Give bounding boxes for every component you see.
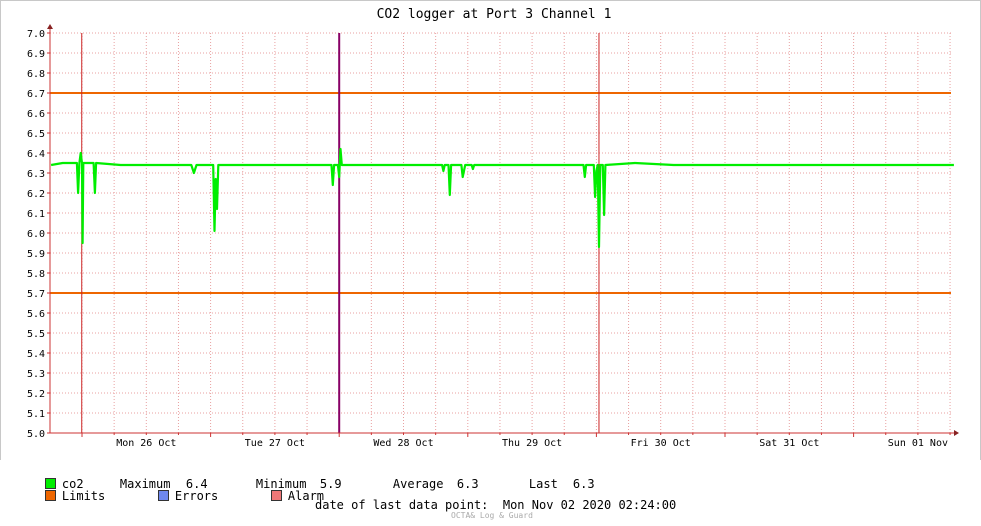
x-tick-label: Mon 26 Oct xyxy=(116,438,176,449)
y-tick-label: 5.7 xyxy=(27,289,45,300)
legend-status: Limits Errors Alarm xyxy=(16,475,324,517)
x-tick-label: Fri 30 Oct xyxy=(631,438,691,449)
legend-last-label: Last xyxy=(528,477,558,491)
watermark: OCTA& Log & Guard xyxy=(451,511,533,520)
y-tick-label: 6.9 xyxy=(27,49,45,60)
x-tick-label: Wed 28 Oct xyxy=(373,438,433,449)
legend-avg-value: 6.3 xyxy=(456,477,479,491)
y-tick-label: 5.9 xyxy=(27,249,45,260)
legend-min-value: 5.9 xyxy=(319,477,342,491)
y-tick-label: 5.1 xyxy=(27,409,45,420)
errors-swatch xyxy=(157,490,169,501)
y-tick-label: 6.5 xyxy=(27,129,45,140)
y-tick-label: 5.0 xyxy=(27,429,45,440)
last-data-point-label: date of last data point: xyxy=(315,498,489,512)
y-tick-label: 6.0 xyxy=(27,229,45,240)
legend-avg-label: Average xyxy=(392,477,444,491)
y-tick-label: 5.6 xyxy=(27,309,45,320)
limits-swatch xyxy=(44,490,56,501)
last-data-point: date of last data point: Mon Nov 02 2020… xyxy=(315,498,676,512)
legend-last-value: 6.3 xyxy=(572,477,595,491)
x-tick-label: Sun 01 Nov xyxy=(888,438,948,449)
y-tick-label: 6.6 xyxy=(27,109,45,120)
x-tick-label: Sat 31 Oct xyxy=(759,438,819,449)
chart-frame: CO2 logger at Port 3 Channel 1 5.0 5.1 5.2… xyxy=(0,0,981,526)
legend-errors-label: Errors xyxy=(174,489,219,503)
y-axis-arrow xyxy=(47,24,53,29)
x-axis-arrow xyxy=(954,430,959,436)
y-tick-label: 6.4 xyxy=(27,149,45,160)
y-tick-label: 6.3 xyxy=(27,169,45,180)
y-tick-label: 5.4 xyxy=(27,349,45,360)
co2-chart: CO2 logger at Port 3 Channel 1 5.0 5.1 5.2… xyxy=(0,0,981,460)
y-tick-label: 6.7 xyxy=(27,89,45,100)
alarm-swatch xyxy=(270,490,282,501)
y-tick-label: 5.5 xyxy=(27,329,45,340)
y-tick-label: 6.8 xyxy=(27,69,45,80)
chart-title: CO2 logger at Port 3 Channel 1 xyxy=(377,7,612,22)
y-tick-label: 6.1 xyxy=(27,209,45,220)
y-tick-label: 6.2 xyxy=(27,189,45,200)
y-tick-label: 5.2 xyxy=(27,389,45,400)
legend-limits-label: Limits xyxy=(61,489,106,503)
x-tick-label: Tue 27 Oct xyxy=(245,438,305,449)
series-line-co2 xyxy=(50,147,954,249)
y-tick-label: 5.8 xyxy=(27,269,45,280)
x-tick-label: Thu 29 Oct xyxy=(502,438,562,449)
y-tick-label: 7.0 xyxy=(27,29,45,40)
y-tick-label: 5.3 xyxy=(27,369,45,380)
last-data-point-value: Mon Nov 02 2020 02:24:00 xyxy=(502,498,677,512)
